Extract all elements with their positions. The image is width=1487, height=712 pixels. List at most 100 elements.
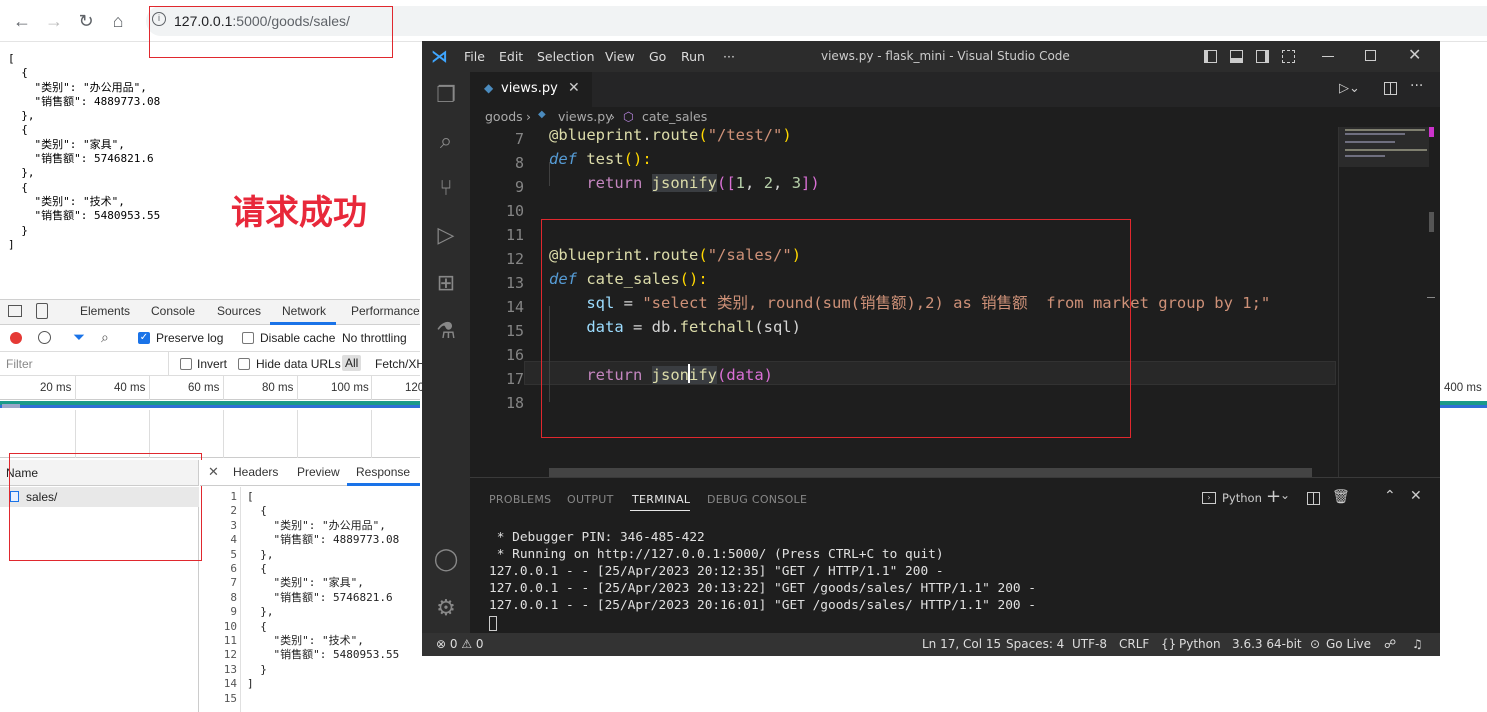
tab-console[interactable]: Console <box>151 304 195 318</box>
breadcrumb-cate-sales[interactable]: cate_sales <box>642 109 707 124</box>
panel-tab-problems[interactable]: PROBLEMS <box>489 493 551 506</box>
grid-line <box>149 410 150 458</box>
go-live-button[interactable]: Go Live <box>1326 637 1371 651</box>
preserve-log-checkbox[interactable]: ✓ <box>138 332 150 344</box>
inspect-icon[interactable] <box>8 305 22 317</box>
forward-icon[interactable]: → <box>42 9 66 33</box>
hide-data-urls-checkbox[interactable] <box>238 358 250 370</box>
close-window-icon[interactable]: ✕ <box>1408 45 1421 64</box>
clear-icon[interactable] <box>38 331 51 344</box>
problems-status[interactable]: ⊗ 0 ⚠ 0 <box>436 637 484 651</box>
panel-tab-output[interactable]: OUTPUT <box>567 493 614 506</box>
grid-line <box>297 410 298 458</box>
home-icon[interactable]: ⌂ <box>106 9 130 33</box>
run-file-icon[interactable]: ▷⌄ <box>1339 81 1360 96</box>
grid-line <box>75 410 76 458</box>
editor-tab-views-py[interactable]: ◆ views.py ✕ <box>470 72 592 107</box>
horizontal-scrollbar[interactable] <box>549 468 1312 477</box>
menu-view[interactable]: View <box>605 49 635 64</box>
account-icon[interactable]: ◯ <box>432 546 460 574</box>
tab-sources[interactable]: Sources <box>217 304 261 318</box>
menu-go[interactable]: Go <box>649 49 666 64</box>
tab-network[interactable]: Network <box>282 304 326 318</box>
filter-fetch[interactable]: Fetch/XH <box>375 357 425 371</box>
grid-line <box>223 410 224 458</box>
interpreter[interactable]: 3.6.3 64-bit <box>1232 637 1302 651</box>
extensions-icon[interactable]: ⊞ <box>432 270 460 298</box>
tab-performance[interactable]: Performance <box>351 304 420 318</box>
tab-response[interactable]: Response <box>356 465 410 479</box>
source-control-icon[interactable]: ⑂ <box>432 175 460 203</box>
explorer-icon[interactable]: ❐ <box>432 82 460 110</box>
gear-icon[interactable]: ⚙ <box>432 595 460 623</box>
tab-headers[interactable]: Headers <box>233 465 278 479</box>
menu-file[interactable]: File <box>464 49 485 64</box>
split-terminal-icon[interactable] <box>1307 492 1320 505</box>
language-mode[interactable]: Python <box>1179 637 1221 651</box>
json-response-page: [ { "类别": "办公用品", "销售额": 4889773.08 }, {… <box>8 52 161 251</box>
maximize-panel-icon[interactable]: ⌃ <box>1384 488 1396 504</box>
menu-run[interactable]: Run <box>681 49 705 64</box>
split-editor-icon[interactable] <box>1384 82 1397 95</box>
search-icon[interactable]: ⌕ <box>101 329 109 346</box>
customize-layout-icon[interactable] <box>1282 50 1295 63</box>
toggle-sidebar-icon[interactable] <box>1204 50 1217 63</box>
invert-checkbox[interactable] <box>180 358 192 370</box>
cursor-position[interactable]: Ln 17, Col 15 <box>922 637 1001 651</box>
line-ending[interactable]: CRLF <box>1119 637 1149 651</box>
grid-line <box>149 376 150 400</box>
filter-input[interactable]: Filter <box>6 357 33 371</box>
devtools-tabbar: Elements Console Sources Network Perform… <box>0 299 420 325</box>
panel-tab-debug-console[interactable]: DEBUG CONSOLE <box>707 493 807 506</box>
panel-tab-terminal[interactable]: TERMINAL <box>632 493 690 506</box>
breadcrumb-views-py[interactable]: views.py <box>558 109 613 124</box>
close-panel-icon[interactable]: ✕ <box>1410 488 1422 504</box>
tab-preview[interactable]: Preview <box>297 465 340 479</box>
feedback-icon[interactable]: ☍ <box>1384 637 1396 651</box>
notifications-icon[interactable]: ♫ <box>1412 637 1423 651</box>
indentation[interactable]: Spaces: 4 <box>1006 637 1064 651</box>
more-actions-icon[interactable]: ··· <box>1410 78 1423 94</box>
new-terminal-icon[interactable]: + <box>1266 486 1281 507</box>
encoding[interactable]: UTF-8 <box>1072 637 1107 651</box>
minimap[interactable] <box>1338 127 1435 477</box>
minimap-slider[interactable] <box>1339 127 1429 167</box>
terminal-shell-label[interactable]: Python <box>1222 491 1262 505</box>
minimize-icon[interactable] <box>1322 56 1334 57</box>
maximize-icon[interactable] <box>1365 50 1376 61</box>
code-token: 1 <box>735 174 746 192</box>
timeline-bars-right <box>1440 400 1487 410</box>
toggle-panel-icon[interactable] <box>1230 50 1243 63</box>
terminal-output[interactable]: * Debugger PIN: 346-485-422 * Running on… <box>489 529 1036 614</box>
code-token: def <box>549 150 577 168</box>
response-body: [ { "类别": "办公用品", "销售额": 4889773.08 }, {… <box>247 490 400 691</box>
reload-icon[interactable]: ↻ <box>74 9 98 33</box>
code-token: test <box>577 150 624 168</box>
chevron-down-icon[interactable]: ⌄ <box>1280 488 1290 502</box>
throttling-select[interactable]: No throttling <box>342 331 407 345</box>
back-icon[interactable]: ← <box>10 9 34 33</box>
disable-cache-checkbox[interactable] <box>242 332 254 344</box>
filter-all[interactable]: All <box>342 355 362 371</box>
menu-selection[interactable]: Selection <box>537 49 595 64</box>
trash-icon[interactable]: 🗑 <box>1332 489 1350 505</box>
close-tab-icon[interactable]: ✕ <box>568 80 580 96</box>
testing-icon[interactable]: ⚗ <box>432 318 460 346</box>
filter-icon[interactable]: ⏷ <box>73 329 85 346</box>
tab-elements[interactable]: Elements <box>80 304 130 318</box>
scrollbar-thumb[interactable] <box>1429 212 1434 232</box>
timeline-tick: 60 ms <box>188 382 220 394</box>
record-icon[interactable] <box>10 332 22 344</box>
braces-icon: {} <box>1161 637 1177 651</box>
breadcrumb-goods[interactable]: goods <box>485 109 523 124</box>
search-icon[interactable]: ⌕ <box>432 128 460 156</box>
toggle-secondary-sidebar-icon[interactable] <box>1256 50 1269 63</box>
menu-more[interactable]: ··· <box>723 49 735 64</box>
run-debug-icon[interactable]: ▷ <box>432 222 460 250</box>
invert-label: Invert <box>197 357 228 371</box>
close-icon[interactable]: ✕ <box>208 464 219 480</box>
active-tab-indicator <box>347 483 420 486</box>
menu-edit[interactable]: Edit <box>499 49 523 64</box>
device-toggle-icon[interactable] <box>36 303 48 319</box>
